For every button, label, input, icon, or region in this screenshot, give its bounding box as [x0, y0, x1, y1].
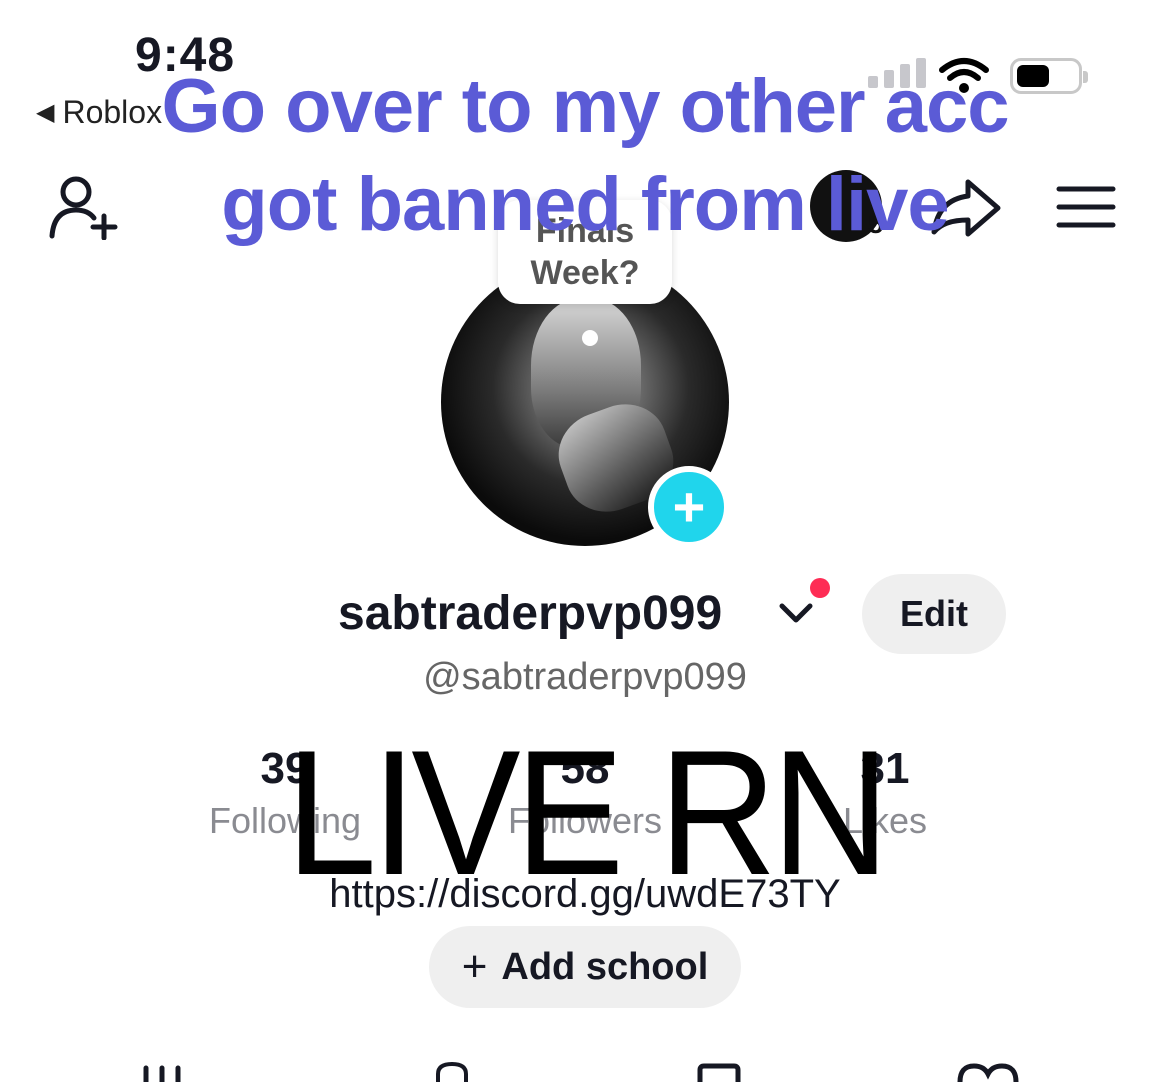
heart-icon[interactable] [956, 1062, 1020, 1082]
grid-icon[interactable] [140, 1062, 190, 1082]
lock-icon[interactable] [432, 1062, 472, 1082]
note-line-2: Week? [530, 254, 640, 292]
note-bubble-tail [582, 330, 598, 346]
add-story-button[interactable]: + [648, 466, 730, 548]
notification-dot [810, 578, 830, 598]
profile-username[interactable]: sabtraderpvp099 [338, 586, 722, 641]
add-school-button[interactable]: + Add school [429, 926, 741, 1008]
overlay-caption: Go over to my other acc got banned from … [0, 58, 1170, 254]
bio-link[interactable]: https://discord.gg/uwdE73TY [0, 872, 1170, 917]
profile-handle: @sabtraderpvp099 [423, 656, 747, 698]
caption-line-2: got banned from live [221, 162, 949, 247]
add-school-label: Add school [501, 945, 709, 988]
caption-line-1: Go over to my other acc [161, 64, 1009, 149]
chevron-down-icon[interactable] [776, 598, 816, 626]
plus-icon: + [672, 475, 706, 538]
plus-icon: + [461, 942, 488, 991]
edit-profile-button[interactable]: Edit [862, 574, 1006, 654]
bookmark-icon[interactable] [696, 1062, 742, 1082]
